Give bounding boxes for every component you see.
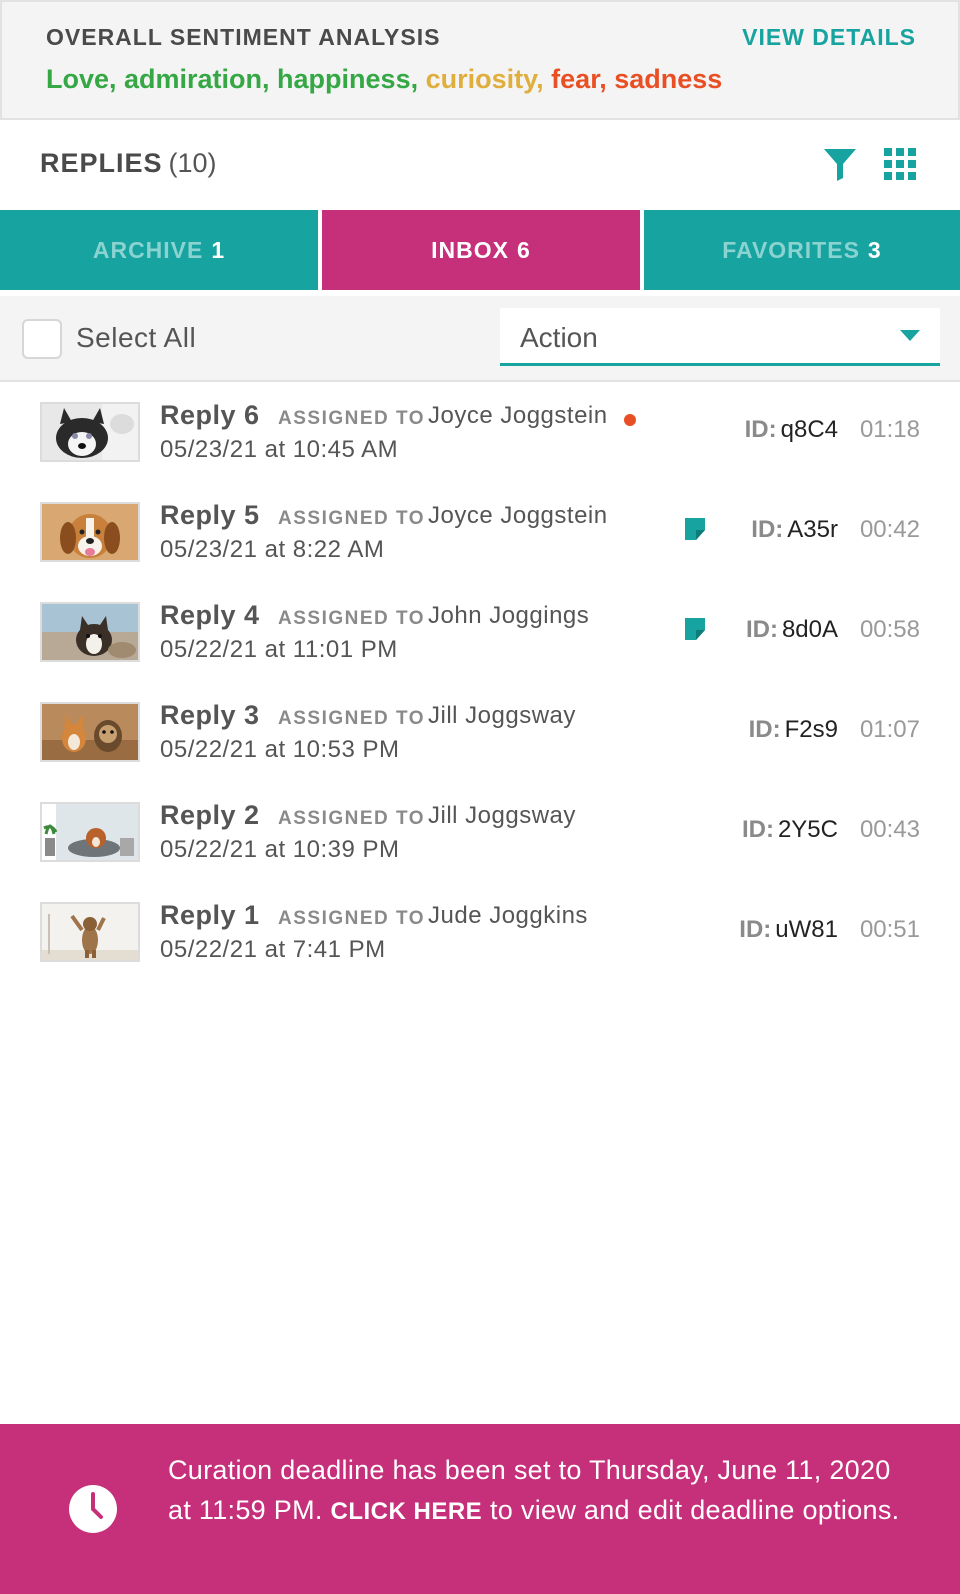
- reply-id: ID: F2s9: [749, 716, 838, 744]
- reply-duration: 00:58: [859, 616, 920, 643]
- reply-id: ID: 2Y5C: [742, 816, 838, 844]
- list-toolbar: Select All Action: [0, 296, 960, 382]
- reply-id: ID: A35r: [751, 516, 838, 544]
- id-value: 8d0A: [781, 616, 838, 643]
- reply-date: 05/23/21 at 10:45 AM: [160, 436, 399, 463]
- assigned-to-label: ASSIGNED TO: [278, 508, 426, 529]
- tab-inbox-count: 6: [517, 236, 531, 263]
- reply-name: Reply 5: [160, 500, 260, 530]
- id-label: ID:: [744, 416, 777, 443]
- reply-date: 05/22/21 at 10:39 PM: [160, 836, 400, 863]
- reply-thumbnail-husky: [40, 402, 140, 462]
- id-label: ID:: [739, 916, 772, 943]
- id-value: q8C4: [780, 416, 838, 443]
- tab-favorites-count: 3: [867, 236, 882, 263]
- note-icon[interactable]: [682, 516, 708, 542]
- assigned-to-label: ASSIGNED TO: [278, 708, 426, 729]
- replies-count: (10): [168, 148, 217, 178]
- id-value: F2s9: [784, 716, 838, 743]
- reply-duration: 00:43: [859, 816, 920, 843]
- tab-favorites[interactable]: FAVORITES 3: [644, 210, 960, 290]
- reply-name: Reply 1: [160, 900, 260, 930]
- clock-icon: [68, 1484, 118, 1534]
- reply-thumbnail-standing-dog: [40, 902, 140, 962]
- reply-row[interactable]: Reply 3 ASSIGNED TO Jill Joggsway 05/22/…: [0, 690, 960, 790]
- reply-tabs: ARCHIVE 1 INBOX 6 FAVORITES 3: [0, 210, 960, 290]
- id-value: 2Y5C: [777, 816, 838, 843]
- reply-name: Reply 3: [160, 700, 260, 730]
- reply-row[interactable]: Reply 1 ASSIGNED TO Jude Joggkins 05/22/…: [0, 890, 960, 990]
- action-dropdown[interactable]: Action: [500, 308, 940, 366]
- click-here-link[interactable]: CLICK HERE: [331, 1498, 483, 1525]
- reply-id: ID: 8d0A: [746, 616, 838, 644]
- reply-duration: 01:18: [859, 416, 920, 443]
- assigned-to-label: ASSIGNED TO: [278, 808, 426, 829]
- replies-header: REPLIES (10): [0, 120, 960, 210]
- reply-duration: 00:42: [859, 516, 920, 543]
- neutral-emotions: curiosity,: [425, 64, 544, 94]
- negative-emotions: fear, sadness: [551, 64, 723, 94]
- reply-id: ID: uW81: [739, 916, 838, 944]
- reply-list: Reply 6 ASSIGNED TO Joyce Joggstein 05/2…: [0, 390, 960, 990]
- assigned-to-label: ASSIGNED TO: [278, 608, 426, 629]
- id-label: ID:: [745, 616, 778, 643]
- replies-title: REPLIES (10): [40, 148, 217, 179]
- tab-archive-count: 1: [211, 236, 226, 263]
- reply-row[interactable]: Reply 6 ASSIGNED TO Joyce Joggstein 05/2…: [0, 390, 960, 490]
- reply-date: 05/22/21 at 10:53 PM: [160, 736, 400, 763]
- assignee-name: Jill Joggsway: [428, 802, 576, 829]
- reply-duration: 00:51: [859, 916, 920, 943]
- deadline-message: Curation deadline has been set to Thursd…: [168, 1450, 908, 1532]
- reply-thumbnail-beagle: [40, 502, 140, 562]
- assignee-name: Jill Joggsway: [428, 702, 576, 729]
- id-label: ID:: [748, 716, 781, 743]
- caret-down-icon: [900, 330, 920, 341]
- reply-date: 05/22/21 at 11:01 PM: [160, 636, 398, 663]
- assigned-to-label: ASSIGNED TO: [278, 908, 426, 929]
- tab-inbox[interactable]: INBOX 6: [322, 210, 640, 290]
- id-value: uW81: [775, 916, 838, 943]
- assignee-name: Joyce Joggstein: [428, 402, 608, 429]
- select-all-label[interactable]: Select All: [76, 322, 196, 354]
- replies-label: REPLIES: [40, 148, 163, 178]
- tab-inbox-label: INBOX: [431, 236, 510, 263]
- id-label: ID:: [741, 816, 774, 843]
- id-label: ID:: [751, 516, 784, 543]
- reply-name: Reply 6: [160, 400, 260, 430]
- reply-thumbnail-dog-bed: [40, 802, 140, 862]
- deadline-text-after: to view and edit deadline options.: [489, 1495, 900, 1525]
- deadline-banner[interactable]: Curation deadline has been set to Thursd…: [0, 1424, 960, 1594]
- sentiment-title: OVERALL SENTIMENT ANALYSIS: [46, 24, 441, 50]
- reply-row[interactable]: Reply 5 ASSIGNED TO Joyce Joggstein 05/2…: [0, 490, 960, 590]
- note-icon[interactable]: [682, 616, 708, 642]
- unread-dot-icon: [624, 414, 636, 426]
- assigned-to-label: ASSIGNED TO: [278, 408, 426, 429]
- reply-id: ID: q8C4: [745, 416, 838, 444]
- assignee-name: John Joggings: [428, 602, 590, 629]
- assignee-name: Joyce Joggstein: [428, 502, 608, 529]
- filter-icon[interactable]: [822, 146, 858, 182]
- reply-name: Reply 2: [160, 800, 260, 830]
- action-dropdown-value: Action: [520, 322, 598, 353]
- reply-date: 05/22/21 at 7:41 PM: [160, 936, 386, 963]
- grid-view-icon[interactable]: [884, 148, 916, 180]
- reply-duration: 01:07: [859, 716, 920, 743]
- emotion-list: Love, admiration, happiness, curiosity, …: [46, 64, 722, 95]
- reply-thumbnail-collie: [40, 602, 140, 662]
- reply-name: Reply 4: [160, 600, 260, 630]
- reply-date: 05/23/21 at 8:22 AM: [160, 536, 385, 563]
- positive-emotions: Love, admiration, happiness,: [46, 64, 419, 94]
- sentiment-panel: OVERALL SENTIMENT ANALYSIS VIEW DETAILS …: [0, 0, 960, 120]
- tab-archive-label: ARCHIVE: [92, 236, 204, 263]
- view-details-link[interactable]: VIEW DETAILS: [742, 24, 916, 51]
- tab-archive[interactable]: ARCHIVE 1: [0, 210, 318, 290]
- select-all-checkbox[interactable]: [22, 319, 62, 359]
- tab-favorites-label: FAVORITES: [722, 236, 860, 263]
- assignee-name: Jude Joggkins: [428, 902, 588, 929]
- id-value: A35r: [787, 516, 838, 543]
- reply-row[interactable]: Reply 4 ASSIGNED TO John Joggings 05/22/…: [0, 590, 960, 690]
- reply-thumbnail-corgi: [40, 702, 140, 762]
- reply-row[interactable]: Reply 2 ASSIGNED TO Jill Joggsway 05/22/…: [0, 790, 960, 890]
